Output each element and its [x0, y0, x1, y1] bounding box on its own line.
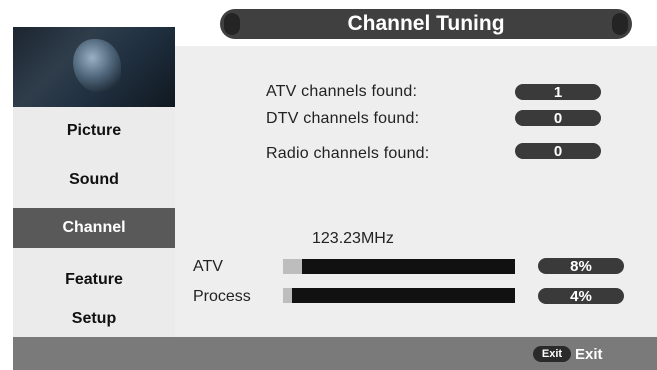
radio-found-label: Radio channels found: [266, 145, 430, 162]
radio-found-value: 0 [515, 143, 601, 160]
atv-progress-percent: 8% [538, 258, 624, 275]
menu-item-feature[interactable]: Feature [13, 260, 175, 300]
dtv-found-label: DTV channels found: [266, 110, 420, 127]
menu-item-channel[interactable]: Channel [13, 208, 175, 248]
atv-progress-label: ATV [193, 258, 223, 275]
page-title: Channel Tuning [220, 9, 632, 39]
dtv-found-value: 0 [515, 110, 601, 127]
exit-key-icon[interactable]: Exit [533, 346, 571, 362]
menu-item-setup[interactable]: Setup [13, 299, 175, 339]
process-progress-bar [283, 288, 515, 303]
frequency-readout: 123.23MHz [312, 230, 394, 247]
menu-item-picture[interactable]: Picture [13, 111, 175, 151]
process-progress-label: Process [193, 288, 251, 305]
process-progress-percent: 4% [538, 288, 624, 305]
exit-label: Exit [575, 346, 603, 363]
atv-found-label: ATV channels found: [266, 83, 418, 100]
atv-progress-bar [283, 259, 515, 274]
menu-item-sound[interactable]: Sound [13, 160, 175, 200]
atv-found-value: 1 [515, 84, 601, 101]
preview-thumbnail [13, 27, 175, 107]
sidebar-menu: Picture Sound Channel Feature Setup [13, 27, 175, 337]
